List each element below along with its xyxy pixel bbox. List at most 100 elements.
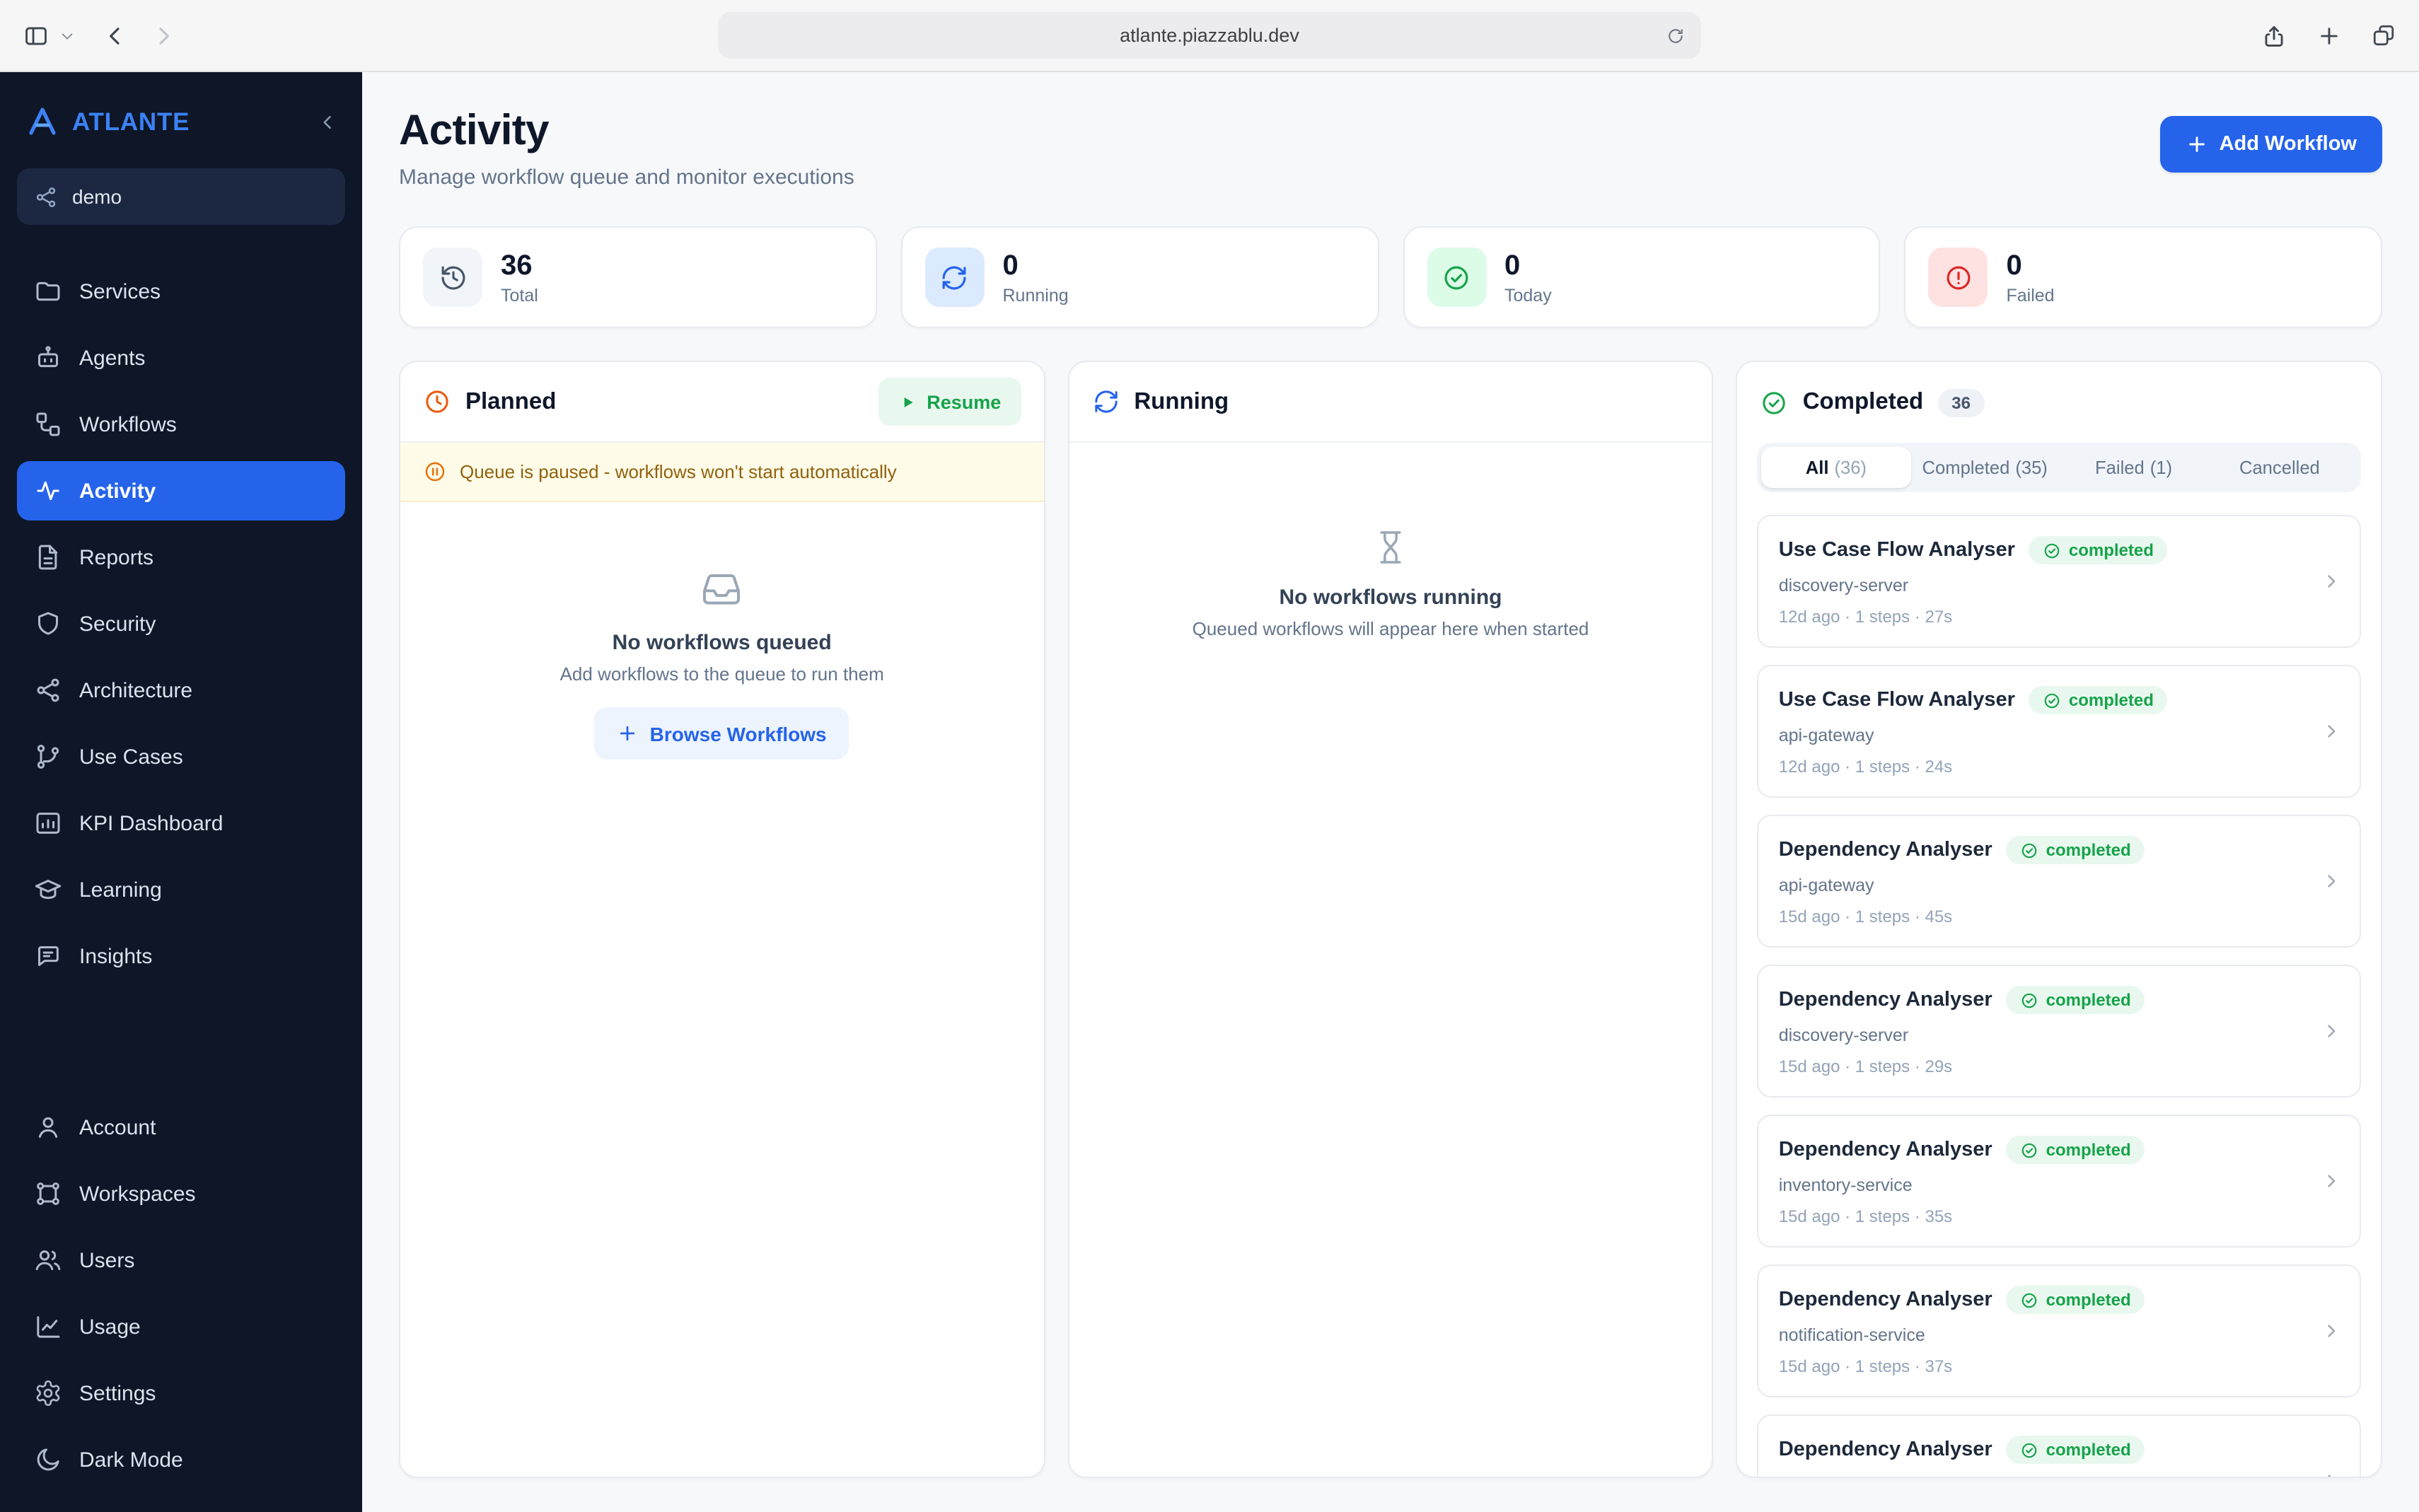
tab-cancelled[interactable]: Cancelled [2208, 447, 2357, 488]
share-nodes-icon [34, 676, 62, 704]
service-name: api-gateway [1778, 726, 1874, 745]
tab-completed[interactable]: Completed (35) [1910, 447, 2059, 488]
chevron-right-icon [2328, 1325, 2336, 1337]
plus-icon [2188, 136, 2205, 152]
stat-label: Running [1002, 285, 1069, 305]
sidebar-item-label: Security [79, 612, 156, 636]
sidebar-item-label: Reports [79, 545, 154, 569]
sidebar-item-use-cases[interactable]: Use Cases [17, 727, 345, 786]
new-tab-icon[interactable] [2316, 22, 2343, 49]
planned-empty-subtitle: Add workflows to the queue to run them [559, 663, 884, 685]
completed-title: Completed [1802, 389, 1924, 414]
sidebar-item-services[interactable]: Services [17, 262, 345, 321]
run-meta: 15d ago · 1 steps · 35s [1778, 1206, 1953, 1226]
completed-run-card[interactable]: Use Case Flow Analyser completed discove… [1757, 515, 2362, 648]
sidebar-item-label: Activity [79, 479, 156, 503]
sidebar-item-label: KPI Dashboard [79, 811, 224, 835]
brand: ATLANTE [0, 92, 362, 151]
check-circle-icon [2022, 842, 2037, 858]
stat-value: 0 [2006, 250, 2022, 281]
add-workflow-button[interactable]: Add Workflow [2159, 116, 2382, 173]
sidebar-item-security[interactable]: Security [17, 594, 345, 653]
check-circle-icon [1760, 388, 1789, 417]
workflow-name: Dependency Analyser [1778, 989, 1992, 1011]
sidebar-item-account[interactable]: Account [17, 1098, 345, 1157]
check-circle-icon [2022, 992, 2037, 1008]
page: atlante.piazzablu.dev ATLANTE demo Servi… [0, 0, 2419, 1512]
status-label: completed [2068, 540, 2154, 560]
check-circle-icon [2022, 1442, 2037, 1458]
chevron-right-icon [2328, 875, 2336, 888]
users-icon [34, 1246, 62, 1274]
completed-run-card[interactable]: Dependency Analyser completed inventory-… [1757, 1115, 2362, 1248]
sidebar-footer-nav: Account Workspaces Users Usage Settings [0, 1098, 362, 1489]
sidebar-item-activity[interactable]: Activity [17, 461, 345, 521]
folder-icon [34, 277, 62, 306]
chevron-right-icon [2328, 575, 2336, 588]
inbox-icon [700, 567, 745, 612]
page-title: Activity [399, 107, 550, 154]
sidebar-item-architecture[interactable]: Architecture [17, 661, 345, 720]
completed-run-card[interactable]: Dependency Analyser completed discovery-… [1757, 965, 2362, 1098]
sidebar-item-kpi-dashboard[interactable]: KPI Dashboard [17, 793, 345, 853]
queue-paused-banner: Queue is paused - workflows won't start … [400, 443, 1044, 502]
play-icon [904, 396, 913, 407]
completed-run-card[interactable]: Dependency Analyser completed notificati… [1757, 1264, 2362, 1397]
chart-square-icon [34, 809, 62, 837]
sidebar-item-usage[interactable]: Usage [17, 1297, 345, 1356]
run-meta: 12d ago · 1 steps · 24s [1778, 757, 1953, 777]
stat-card-total: 36 Total [399, 226, 877, 328]
completed-run-card[interactable]: Use Case Flow Analyser completed api-gat… [1757, 665, 2362, 798]
service-name: discovery-server [1778, 1025, 1909, 1045]
message-square-icon [34, 942, 62, 970]
completed-run-card[interactable]: Dependency Analyser completed api-gatewa… [1757, 815, 2362, 948]
workflow-name: Dependency Analyser [1778, 1289, 1992, 1311]
chevron-down-icon[interactable] [59, 28, 75, 43]
resume-label: Resume [927, 391, 1002, 412]
workspace-nodes-icon [34, 185, 58, 209]
tab-count: (35) [2015, 457, 2048, 478]
sidebar-item-learning[interactable]: Learning [17, 860, 345, 919]
sidebar-item-label: Use Cases [79, 745, 183, 769]
status-label: completed [2046, 1440, 2131, 1460]
sidebar-item-workspaces[interactable]: Workspaces [17, 1164, 345, 1223]
history-icon [423, 248, 482, 307]
sidebar-item-dark-mode[interactable]: Dark Mode [17, 1430, 345, 1489]
alert-circle-icon [1928, 248, 1988, 307]
completed-run-card[interactable]: Dependency Analyser completed [1757, 1414, 2362, 1477]
planned-empty-title: No workflows queued [612, 631, 832, 655]
completed-panel: Completed 36 All (36) Completed (35) Fai… [1736, 361, 2383, 1478]
refresh-icon[interactable] [1666, 25, 1686, 45]
gear-icon [34, 1379, 62, 1407]
sidebar-item-label: Services [79, 279, 161, 303]
tab-failed[interactable]: Failed (1) [2059, 447, 2208, 488]
stat-card-failed: 0 Failed [1904, 226, 2382, 328]
status-badge: completed [2029, 536, 2168, 564]
bot-icon [34, 344, 62, 372]
workspace-selector[interactable]: demo [17, 168, 345, 225]
tab-overview-icon[interactable] [2371, 23, 2396, 48]
sidebar-item-settings[interactable]: Settings [17, 1363, 345, 1423]
sidebar-item-reports[interactable]: Reports [17, 528, 345, 587]
sidebar-item-workflows[interactable]: Workflows [17, 395, 345, 454]
sidebar-item-users[interactable]: Users [17, 1231, 345, 1290]
forward-icon[interactable] [150, 22, 177, 49]
share-icon[interactable] [2261, 22, 2287, 49]
status-label: completed [2068, 690, 2154, 710]
stat-label: Failed [2006, 285, 2055, 305]
browse-workflows-button[interactable]: Browse Workflows [594, 707, 849, 760]
browser-sidebar-icon[interactable] [23, 22, 50, 49]
clock-icon [423, 388, 451, 416]
sidebar-item-label: Settings [79, 1381, 156, 1405]
planned-panel: Planned Resume Queue is paused - workflo… [399, 361, 1045, 1478]
sidebar-item-insights[interactable]: Insights [17, 926, 345, 986]
tab-all[interactable]: All (36) [1761, 447, 1911, 488]
running-title: Running [1134, 388, 1229, 414]
back-icon[interactable] [102, 22, 129, 49]
url-bar[interactable]: atlante.piazzablu.dev [718, 12, 1701, 59]
collapse-sidebar-icon[interactable] [315, 110, 340, 134]
chevron-right-icon [2328, 1175, 2336, 1187]
sidebar-item-label: Agents [79, 346, 146, 370]
resume-button[interactable]: Resume [878, 378, 1021, 426]
sidebar-item-agents[interactable]: Agents [17, 328, 345, 388]
